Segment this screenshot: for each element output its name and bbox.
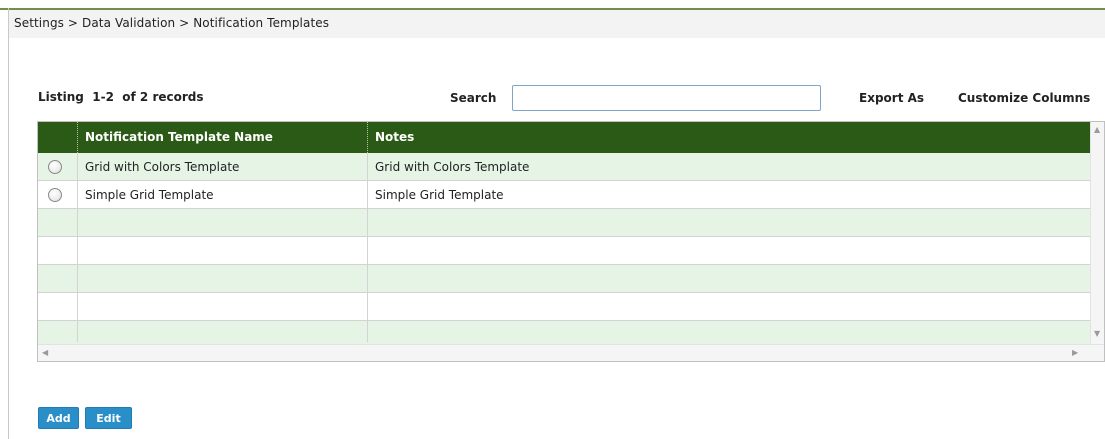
cell-template-name: Grid with Colors Template <box>85 160 240 174</box>
search-label: Search <box>450 91 497 105</box>
listing-count: Listing 1-2 of 2 records <box>38 90 204 104</box>
horizontal-scrollbar[interactable]: ◀ ▶ <box>38 344 1104 361</box>
left-border <box>8 8 9 439</box>
cell-notes: Simple Grid Template <box>375 188 504 202</box>
empty-row <box>38 321 1090 344</box>
templates-grid: Notification Template Name Notes Grid wi… <box>37 121 1105 362</box>
radio-button-icon[interactable] <box>48 188 62 202</box>
scroll-left-icon[interactable]: ◀ <box>42 349 48 357</box>
column-divider <box>367 153 368 342</box>
column-header-notes[interactable]: Notes <box>367 122 1090 153</box>
breadcrumb: Settings > Data Validation > Notificatio… <box>14 16 330 30</box>
select-column-header <box>38 122 77 153</box>
customize-columns-button[interactable]: Customize Columns <box>958 91 1090 105</box>
vertical-scrollbar[interactable]: ▲ ▼ <box>1090 122 1104 344</box>
empty-row <box>38 209 1090 237</box>
scroll-up-icon[interactable]: ▲ <box>1094 126 1100 134</box>
empty-row <box>38 293 1090 321</box>
empty-row <box>38 237 1090 265</box>
table-row[interactable]: Grid with Colors Template Grid with Colo… <box>38 153 1090 181</box>
scroll-down-icon[interactable]: ▼ <box>1094 330 1100 338</box>
empty-row <box>38 265 1090 293</box>
grid-header: Notification Template Name Notes <box>38 122 1090 153</box>
column-divider <box>77 153 78 342</box>
table-row[interactable]: Simple Grid Template Simple Grid Templat… <box>38 181 1090 209</box>
search-input[interactable] <box>512 85 821 111</box>
column-header-name[interactable]: Notification Template Name <box>77 122 367 153</box>
cell-template-name: Simple Grid Template <box>85 188 214 202</box>
cell-notes: Grid with Colors Template <box>375 160 530 174</box>
page: Settings > Data Validation > Notificatio… <box>0 0 1105 439</box>
radio-button-icon[interactable] <box>48 160 62 174</box>
scroll-right-icon[interactable]: ▶ <box>1072 349 1078 357</box>
edit-button[interactable]: Edit <box>85 407 132 429</box>
add-button[interactable]: Add <box>38 407 79 429</box>
export-as-button[interactable]: Export As <box>859 91 924 105</box>
